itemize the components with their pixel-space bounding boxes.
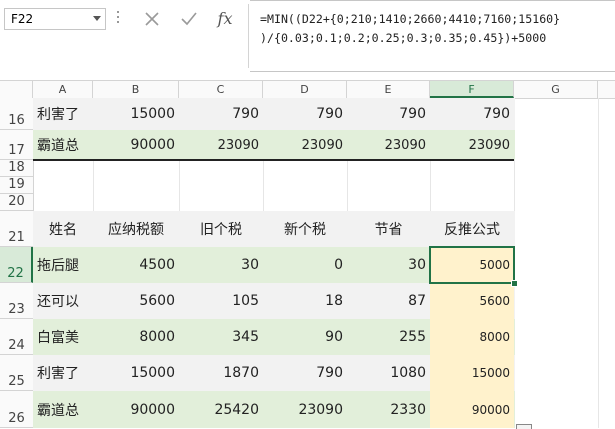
cell-e24[interactable]: 255 (347, 319, 430, 355)
cell-f17[interactable]: 23090 (430, 130, 514, 160)
table-row-25: 利害了 15000 1870 790 1080 15000 (33, 355, 515, 391)
row-header-18[interactable]: 18 (0, 160, 33, 177)
cell-d22[interactable]: 0 (263, 247, 347, 283)
paste-options-icon[interactable] (516, 424, 532, 429)
cell-d16[interactable]: 790 (263, 98, 347, 130)
name-box-value: F22 (11, 12, 34, 26)
cell-b22[interactable]: 4500 (93, 247, 179, 283)
row-header-21[interactable]: 21 (0, 211, 33, 247)
cell-d26[interactable]: 23090 (263, 391, 347, 428)
formula-bar-area: F22 fx =MIN((D22+{0;210;1410;2660;4410;7… (0, 0, 615, 80)
cell-c26[interactable]: 25420 (179, 391, 263, 428)
cell-b25[interactable]: 15000 (93, 355, 179, 391)
cell-a16[interactable]: 利害了 (33, 98, 93, 130)
column-header-e[interactable]: E (347, 81, 430, 98)
active-cell-border (429, 246, 515, 284)
cell-f24[interactable]: 8000 (430, 319, 514, 355)
column-headers: A B C D E F G (0, 80, 615, 99)
header-reverse-formula[interactable]: 反推公式 (430, 211, 514, 247)
cell-a17[interactable]: 霸道总 (33, 130, 93, 160)
close-icon[interactable] (141, 8, 163, 30)
fx-icon[interactable]: fx (214, 8, 236, 30)
formula-input[interactable]: =MIN((D22+{0;210;1410;2660;4410;7160;151… (250, 0, 615, 72)
cell-a26[interactable]: 霸道总 (33, 391, 93, 428)
row-header-22[interactable]: 22 (0, 247, 33, 283)
formula-line-1: =MIN((D22+{0;210;1410;2660;4410;7160;151… (260, 12, 561, 26)
table-row-16: 利害了 15000 790 790 790 790 (33, 98, 515, 130)
cell-e17[interactable]: 23090 (347, 130, 430, 160)
chevron-down-icon[interactable] (93, 16, 101, 21)
more-vertical-icon[interactable] (117, 11, 120, 25)
row-header-25[interactable]: 25 (0, 355, 33, 391)
row-header-17[interactable]: 17 (0, 130, 33, 160)
cell-f25[interactable]: 15000 (430, 355, 514, 391)
header-new-tax[interactable]: 新个税 (263, 211, 347, 247)
row-header-26[interactable]: 26 (0, 391, 33, 428)
gridline (598, 98, 599, 428)
row-header-16[interactable]: 16 (0, 98, 33, 130)
cell-c22[interactable]: 30 (179, 247, 263, 283)
cell-e25[interactable]: 1080 (347, 355, 430, 391)
table-row-26: 霸道总 90000 25420 23090 2330 90000 (33, 391, 515, 428)
cell-d24[interactable]: 90 (263, 319, 347, 355)
cell-b17[interactable]: 90000 (93, 130, 179, 160)
header-name[interactable]: 姓名 (33, 211, 93, 247)
select-all-corner[interactable] (0, 81, 33, 98)
column-header-b[interactable]: B (93, 81, 179, 98)
table-header-row: 姓名 应纳税额 旧个税 新个税 节省 反推公式 (33, 211, 515, 247)
formula-line-2: )/{0.03;0.1;0.2;0.25;0.3;0.35;0.45})+500… (260, 31, 547, 45)
table-row-23: 还可以 5600 105 18 87 5600 (33, 283, 515, 319)
cell-a25[interactable]: 利害了 (33, 355, 93, 391)
name-box[interactable]: F22 (4, 8, 106, 30)
cell-d17[interactable]: 23090 (263, 130, 347, 160)
cell-b23[interactable]: 5600 (93, 283, 179, 319)
cell-c25[interactable]: 1870 (179, 355, 263, 391)
fill-handle[interactable] (511, 280, 518, 287)
column-header-d[interactable]: D (263, 81, 347, 98)
cell-grid: 利害了 15000 790 790 790 790 霸道总 90000 2309… (33, 98, 615, 428)
column-header-f[interactable]: F (430, 81, 514, 98)
header-taxable[interactable]: 应纳税额 (93, 211, 179, 247)
column-header-c[interactable]: C (179, 81, 263, 98)
cell-c16[interactable]: 790 (179, 98, 263, 130)
check-icon[interactable] (178, 8, 200, 30)
cell-d25[interactable]: 790 (263, 355, 347, 391)
cell-a24[interactable]: 白富美 (33, 319, 93, 355)
cell-b26[interactable]: 90000 (93, 391, 179, 428)
cell-e22[interactable]: 30 (347, 247, 430, 283)
column-header-g[interactable]: G (514, 81, 598, 98)
table-bottom-border (33, 159, 514, 161)
cell-f26[interactable]: 90000 (430, 391, 514, 428)
column-header-a[interactable]: A (33, 81, 93, 98)
header-saving[interactable]: 节省 (347, 211, 430, 247)
cell-c23[interactable]: 105 (179, 283, 263, 319)
row-header-19[interactable]: 19 (0, 177, 33, 194)
formula-text: =MIN((D22+{0;210;1410;2660;4410;7160;151… (260, 10, 610, 48)
cell-c17[interactable]: 23090 (179, 130, 263, 160)
cell-f23[interactable]: 5600 (430, 283, 514, 319)
row-header-20[interactable]: 20 (0, 194, 33, 211)
cell-a22[interactable]: 拖后腿 (33, 247, 93, 283)
row-headers: 16 17 18 19 20 21 22 23 24 25 26 (0, 98, 34, 428)
cell-d23[interactable]: 18 (263, 283, 347, 319)
cell-e16[interactable]: 790 (347, 98, 430, 130)
divider (248, 4, 249, 68)
table-row-24: 白富美 8000 345 90 255 8000 (33, 319, 515, 355)
cell-a23[interactable]: 还可以 (33, 283, 93, 319)
cell-f16[interactable]: 790 (430, 98, 514, 130)
cell-c24[interactable]: 345 (179, 319, 263, 355)
cell-b24[interactable]: 8000 (93, 319, 179, 355)
cell-e26[interactable]: 2330 (347, 391, 430, 428)
row-header-24[interactable]: 24 (0, 319, 33, 355)
cell-e23[interactable]: 87 (347, 283, 430, 319)
row-header-23[interactable]: 23 (0, 283, 33, 319)
table-row-17: 霸道总 90000 23090 23090 23090 23090 (33, 130, 515, 160)
header-old-tax[interactable]: 旧个税 (179, 211, 263, 247)
cell-b16[interactable]: 15000 (93, 98, 179, 130)
